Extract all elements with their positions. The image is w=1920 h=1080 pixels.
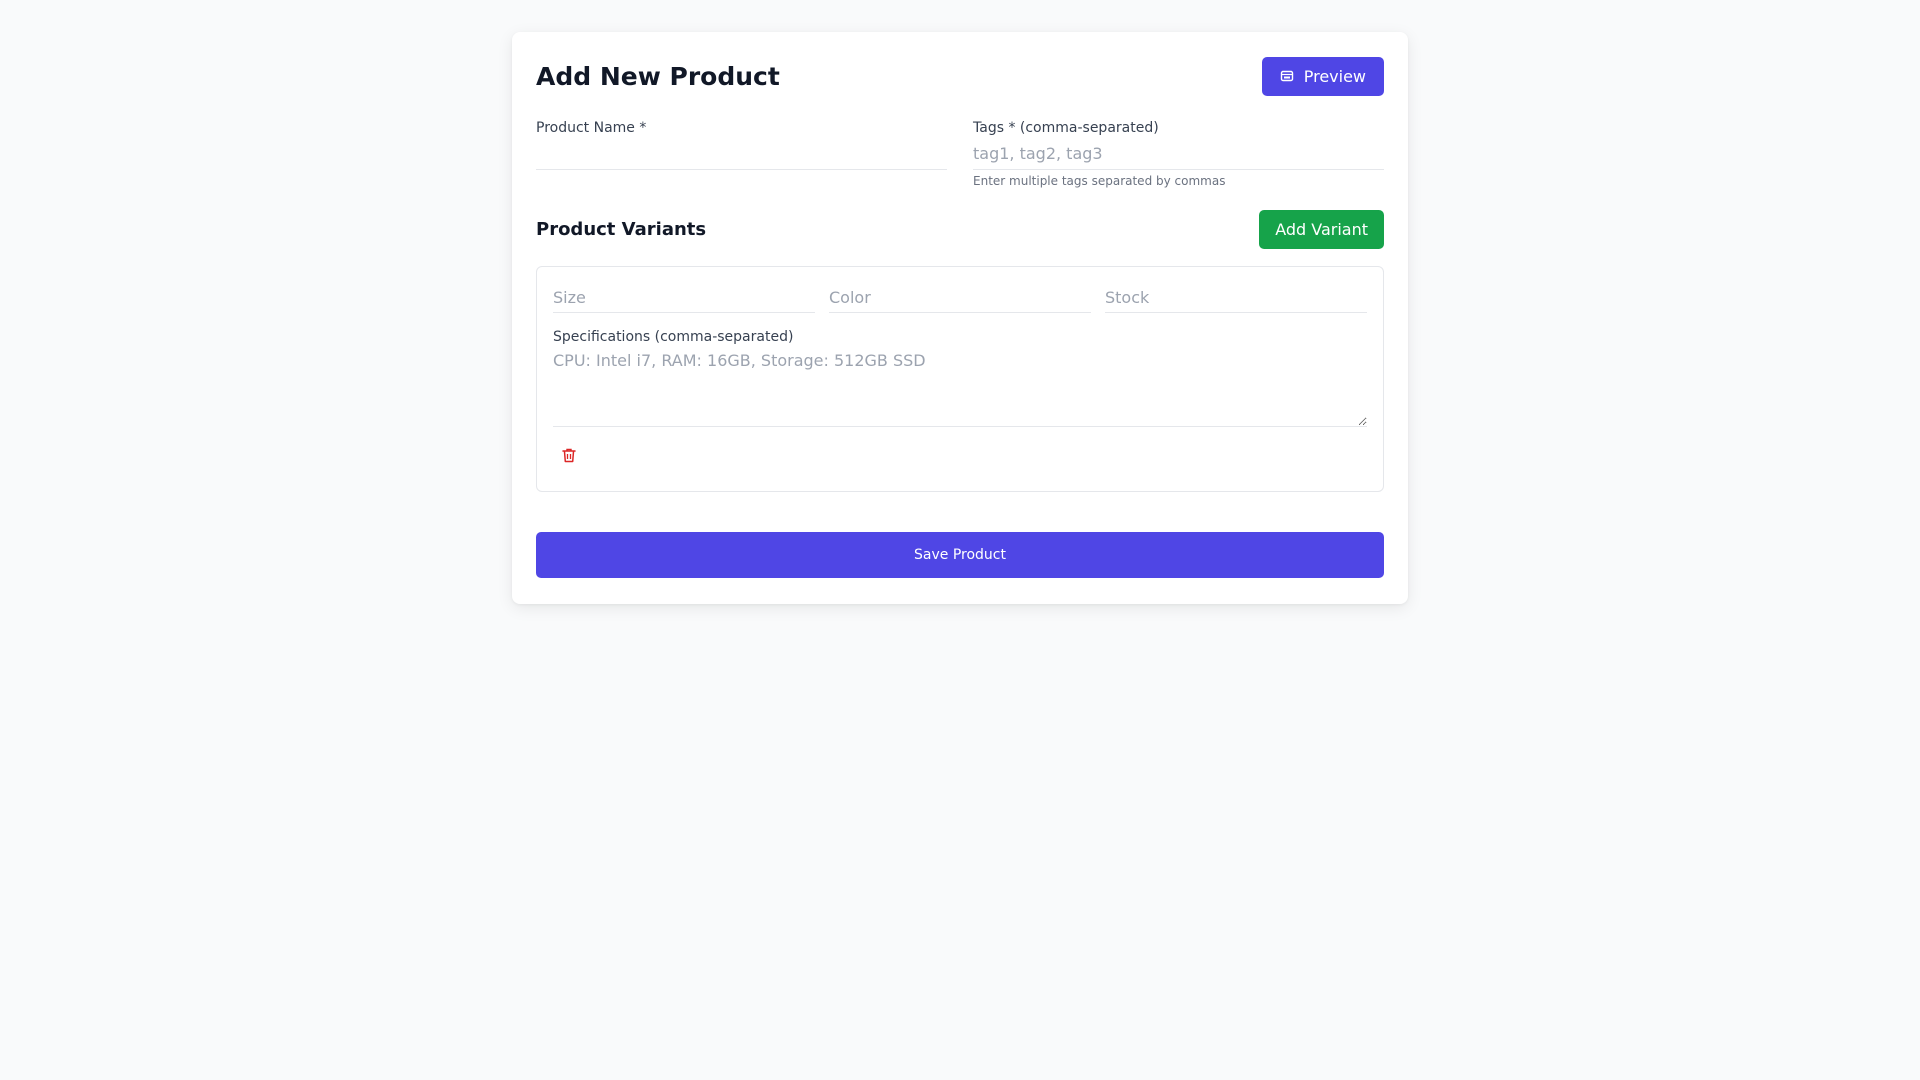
tags-input[interactable] [973,138,1384,170]
basic-fields: Product Name * Tags * (comma-separated) … [536,120,1384,188]
add-variant-button[interactable]: Add Variant [1259,210,1384,249]
product-name-input[interactable] [536,138,947,170]
specifications-textarea[interactable] [553,351,1367,427]
preview-button-label: Preview [1303,66,1366,86]
eye-off-icon [1280,69,1294,83]
variant-card: Specifications (comma-separated) [536,266,1384,492]
tags-help-text: Enter multiple tags separated by commas [973,174,1226,188]
product-name-label: Product Name * [536,120,647,136]
variants-title: Product Variants [536,219,707,240]
trash-icon [562,448,576,466]
variant-size-input[interactable] [553,283,815,313]
tags-field: Tags * (comma-separated) Enter multiple … [973,120,1384,188]
product-name-field: Product Name * [536,120,947,188]
variant-stock-input[interactable] [1105,283,1367,313]
tags-label: Tags * (comma-separated) [973,120,1159,136]
page-title: Add New Product [536,61,780,91]
specifications-label: Specifications (comma-separated) [553,329,794,345]
variant-fields-row [553,283,1367,313]
delete-variant-button[interactable] [553,441,585,473]
save-product-button[interactable]: Save Product [536,532,1384,578]
variants-header: Product Variants Add Variant [536,210,1384,249]
form-header: Add New Product Preview [536,56,1384,96]
preview-button[interactable]: Preview [1261,56,1384,96]
product-form-card: Add New Product Preview Product Name * T… [512,32,1408,604]
variant-color-input[interactable] [829,283,1091,313]
